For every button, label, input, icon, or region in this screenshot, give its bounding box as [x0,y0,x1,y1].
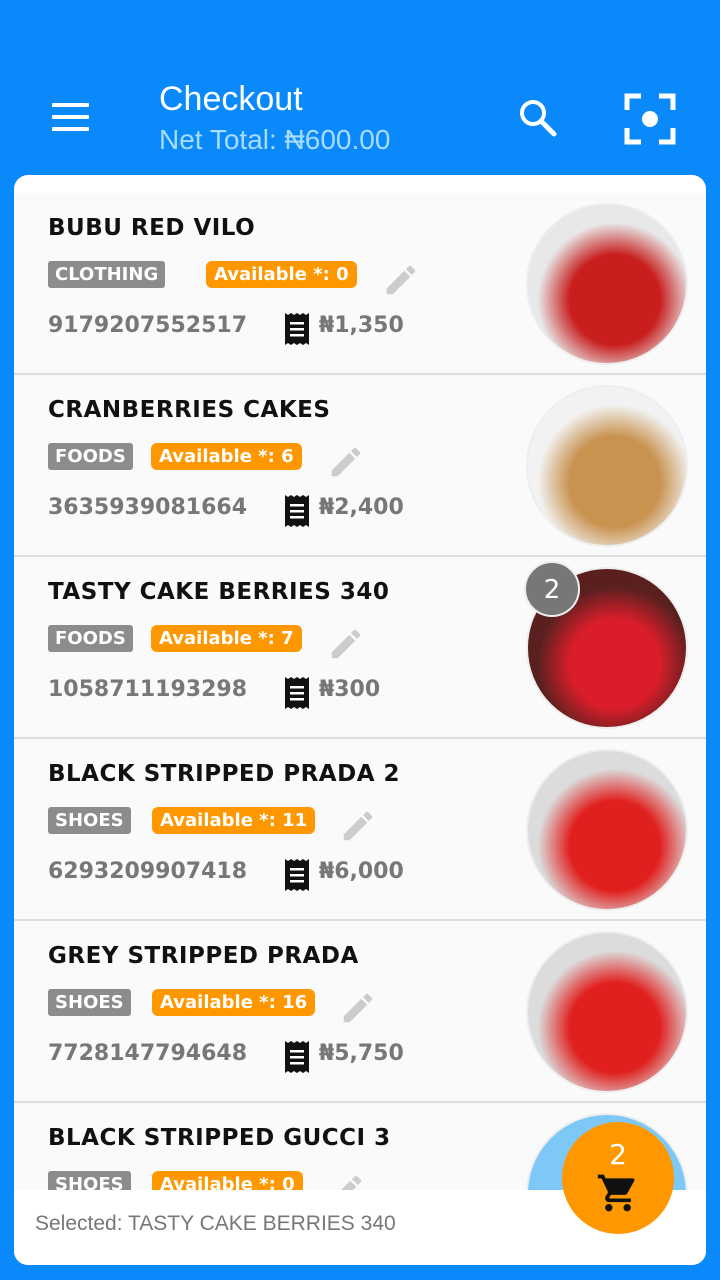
product-name: CRANBERRIES CAKES [48,397,331,423]
product-row[interactable]: BUBU RED VILO CLOTHING Available *: 0 91… [14,193,706,375]
product-barcode: 1058711193298 [48,677,247,702]
menu-icon[interactable] [52,103,89,131]
edit-icon[interactable] [382,261,420,299]
product-row[interactable]: GREY STRIPPED PRADA SHOES Available *: 1… [14,921,706,1103]
category-badge: SHOES [48,989,131,1016]
product-name: GREY STRIPPED PRADA [48,943,359,969]
cart-count: 2 [609,1138,627,1171]
edit-icon[interactable] [339,807,377,845]
product-name: TASTY CAKE BERRIES 340 [48,579,390,605]
receipt-icon [284,859,309,891]
product-barcode: 9179207552517 [48,313,247,338]
availability-badge: Available *: 0 [206,261,357,288]
edit-icon[interactable] [339,989,377,1027]
product-row[interactable]: BLACK STRIPPED PRADA 2 SHOES Available *… [14,739,706,921]
search-icon[interactable] [518,98,558,138]
selected-product: Selected: TASTY CAKE BERRIES 340 [35,1212,396,1235]
product-image[interactable] [526,385,688,547]
availability-badge: Available *: 6 [151,443,302,470]
availability-badge: Available *: 11 [152,807,316,834]
product-image[interactable] [526,931,688,1093]
product-price: ₦2,400 [318,495,404,520]
receipt-icon [284,495,309,527]
edit-icon[interactable] [327,443,365,481]
product-price: ₦300 [318,677,381,702]
checkout-card: BUBU RED VILO CLOTHING Available *: 0 91… [14,175,706,1265]
product-list[interactable]: BUBU RED VILO CLOTHING Available *: 0 91… [14,193,706,1190]
net-total: Net Total: ₦600.00 [159,124,391,155]
scan-icon[interactable] [624,93,676,145]
receipt-icon [284,1041,309,1073]
product-barcode: 6293209907418 [48,859,247,884]
product-image[interactable] [526,203,688,365]
availability-badge: Available *: 16 [152,989,316,1016]
product-price: ₦6,000 [318,859,404,884]
category-badge: SHOES [48,1171,131,1190]
product-row[interactable]: CRANBERRIES CAKES FOODS Available *: 6 3… [14,375,706,557]
category-badge: CLOTHING [48,261,166,288]
receipt-icon [284,313,309,345]
product-name: BLACK STRIPPED PRADA 2 [48,761,401,787]
receipt-icon [284,677,309,709]
availability-badge: Available *: 7 [151,625,302,652]
cart-button[interactable]: 2 [562,1122,674,1234]
product-barcode: 7728147794648 [48,1041,247,1066]
product-barcode: 3635939081664 [48,495,247,520]
edit-icon[interactable] [327,625,365,663]
availability-badge: Available *: 0 [152,1171,303,1190]
product-row[interactable]: TASTY CAKE BERRIES 340 FOODS Available *… [14,557,706,739]
cart-icon [597,1174,635,1212]
category-badge: FOODS [48,443,133,470]
product-name: BUBU RED VILO [48,215,256,241]
product-image[interactable] [526,749,688,911]
edit-icon[interactable] [328,1171,366,1190]
product-price: ₦5,750 [318,1041,404,1066]
quantity-badge: 2 [524,561,580,617]
app-bar: Checkout Net Total: ₦600.00 [0,0,720,175]
category-badge: SHOES [48,807,131,834]
product-name: BLACK STRIPPED GUCCI 3 [48,1125,391,1151]
category-badge: FOODS [48,625,133,652]
page-title: Checkout [159,80,303,118]
product-price: ₦1,350 [318,313,404,338]
